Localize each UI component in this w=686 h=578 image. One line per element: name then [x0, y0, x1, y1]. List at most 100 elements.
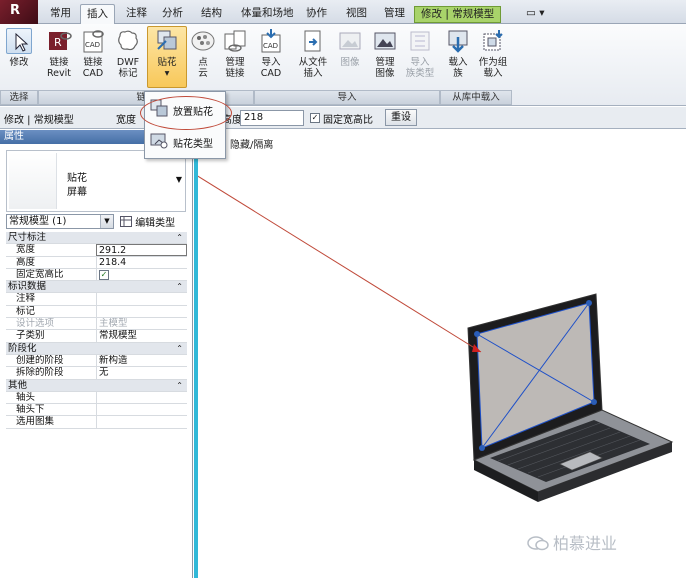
reset-button[interactable]: 重设	[385, 109, 417, 126]
prop-row-lock-proportions[interactable]: 固定宽高比 ✓	[6, 268, 187, 282]
prop-value[interactable]: 无	[96, 367, 187, 380]
drawing-view[interactable]: 隐藏/隔离	[194, 130, 686, 578]
properties-table: 尺寸标注 ⌃ 宽度 291.2 高度 218.4 固定宽高比 ✓ 标识数据 ⌃ 注释 标记…	[6, 232, 187, 429]
decal-grip[interactable]	[591, 399, 597, 405]
type-preview[interactable]: 贴花 屏幕 ▼	[6, 150, 186, 212]
lock-proportions-prop-checkbox[interactable]: ✓	[99, 269, 109, 280]
section-phasing[interactable]: 阶段化 ⌃	[6, 342, 187, 355]
panel-import[interactable]: 导入	[254, 90, 440, 105]
prop-row-comments[interactable]: 注释	[6, 293, 187, 306]
decal-dropdown-arrow: ▾	[164, 68, 170, 79]
prop-value[interactable]	[96, 404, 187, 417]
tab-view[interactable]: 视图	[340, 4, 373, 24]
point-cloud-button[interactable]: 点 云	[190, 28, 216, 79]
height-input[interactable]: 218	[240, 110, 304, 126]
prop-key: 创建的阶段	[16, 354, 64, 366]
collapse-icon[interactable]: ⌃	[176, 380, 183, 392]
section-identity-data[interactable]: 标识数据 ⌃	[6, 281, 187, 294]
prop-row-phase-demolished[interactable]: 拆除的阶段 无	[6, 367, 187, 380]
tab-annotate[interactable]: 注释	[120, 4, 153, 24]
prop-key: 子类别	[16, 330, 45, 342]
insert-from-file-icon	[300, 28, 326, 54]
panel-load-from-library[interactable]: 从库中载入	[440, 90, 512, 105]
tab-analyze[interactable]: 分析	[156, 4, 189, 24]
link-revit-label: 链接	[49, 57, 69, 68]
manage-links-icon	[222, 28, 248, 54]
ribbon-panel-area: 修改 R 链接 Revit CAD 链接 CAD DWF 标记 贴花 ▾ 点 云	[0, 24, 686, 106]
collapse-icon[interactable]: ⌃	[176, 281, 183, 293]
tab-massing-site[interactable]: 体量和场地	[235, 4, 300, 24]
prop-row-axis-head-lower[interactable]: 轴头下	[6, 404, 187, 417]
decal-types-label: 贴花类型	[173, 139, 213, 150]
panel-select[interactable]: 选择	[0, 90, 38, 105]
load-family-button[interactable]: 载入 族	[444, 28, 472, 79]
image-button[interactable]: 图像	[336, 28, 364, 68]
modify-button[interactable]: 修改	[4, 28, 34, 68]
tab-insert[interactable]: 插入	[80, 4, 115, 24]
collapse-icon[interactable]: ⌃	[176, 232, 183, 244]
prop-key: 固定宽高比	[16, 268, 64, 280]
chevron-down-icon[interactable]: ▼	[100, 215, 113, 228]
load-as-group-icon	[480, 28, 506, 54]
tab-manage[interactable]: 管理	[378, 4, 411, 24]
prop-key: 轴头	[16, 391, 36, 403]
collapse-icon[interactable]: ⌃	[176, 343, 183, 355]
section-other[interactable]: 其他 ⌃	[6, 379, 187, 392]
prop-value[interactable]	[96, 416, 187, 429]
load-as-group-sublabel: 载入	[483, 68, 503, 79]
manage-images-button[interactable]: 管理 图像	[370, 28, 400, 79]
prop-value[interactable]: 218.4	[96, 256, 187, 269]
tab-modify-context[interactable]: 修改 | 常规模型	[414, 6, 502, 23]
prop-value[interactable]	[96, 293, 187, 306]
ribbon-tab-bar: R 常用 插入 注释 分析 结构 体量和场地 协作 视图 管理 修改 | 常规模…	[0, 0, 686, 24]
view-temp-label: 隐藏/隔离	[230, 140, 274, 151]
app-menu-button[interactable]: R	[0, 0, 38, 24]
link-cad-button[interactable]: CAD 链接 CAD	[78, 28, 108, 79]
tab-collaborate[interactable]: 协作	[300, 4, 333, 24]
type-filter-select[interactable]: 常规模型 (1) ▼	[6, 214, 114, 229]
tab-structure[interactable]: 结构	[195, 4, 228, 24]
prop-row-subcategory[interactable]: 子类别 常规模型	[6, 330, 187, 343]
prop-row-height[interactable]: 高度 218.4	[6, 256, 187, 269]
decal-types-menu-item[interactable]: 贴花类型	[149, 128, 223, 154]
prop-value[interactable]	[96, 305, 187, 318]
image-label: 图像	[340, 57, 360, 68]
width-value-input[interactable]: 291.2	[96, 244, 187, 257]
decal-icon	[154, 28, 180, 54]
prop-value[interactable]: 常规模型	[96, 330, 187, 343]
manage-links-button[interactable]: 管理 链接	[220, 28, 250, 79]
prop-row-width[interactable]: 宽度 291.2	[6, 244, 187, 257]
insert-from-file-button[interactable]: 从文件 插入	[294, 28, 332, 79]
decal-grip[interactable]	[474, 331, 480, 337]
import-family-types-button[interactable]: 导入 族类型	[404, 28, 436, 79]
import-cad-button[interactable]: CAD 导入 CAD	[256, 28, 286, 79]
load-family-sublabel: 族	[453, 68, 463, 79]
edit-type-button[interactable]: 编辑类型	[120, 214, 175, 229]
prop-key: 高度	[16, 256, 36, 268]
cursor-icon	[6, 28, 32, 54]
load-family-label: 载入	[448, 57, 468, 68]
decal-grip[interactable]	[586, 300, 592, 306]
prop-value[interactable]: 新构造	[96, 354, 187, 367]
dwf-markup-button[interactable]: DWF 标记	[112, 28, 144, 79]
decal-grip[interactable]	[479, 445, 485, 451]
ribbon-display-toggle[interactable]: ▭ ▾	[520, 4, 551, 24]
prop-row-atlas[interactable]: 选用图集	[6, 416, 187, 429]
lock-proportions-checkbox[interactable]: ✓	[310, 113, 320, 123]
prop-key: 宽度	[16, 244, 36, 256]
chevron-down-icon[interactable]: ▼	[176, 175, 182, 184]
decal-button[interactable]: 贴花 ▾	[150, 28, 184, 79]
load-family-icon	[445, 28, 471, 54]
laptop-model-canvas[interactable]	[198, 130, 686, 578]
prop-row-mark[interactable]: 标记	[6, 305, 187, 319]
section-dimensions[interactable]: 尺寸标注 ⌃	[6, 232, 187, 245]
link-revit-button[interactable]: R 链接 Revit	[42, 28, 76, 79]
tab-home[interactable]: 常用	[44, 4, 77, 24]
load-as-group-button[interactable]: 作为组 载入	[476, 28, 510, 79]
dwf-label: DWF	[116, 57, 140, 68]
prop-value[interactable]	[96, 391, 187, 404]
prop-row-phase-created[interactable]: 创建的阶段 新构造	[6, 354, 187, 368]
link-revit-sublabel: Revit	[46, 68, 71, 79]
point-cloud-label: 点	[198, 57, 208, 68]
prop-row-axis-head[interactable]: 轴头	[6, 391, 187, 405]
